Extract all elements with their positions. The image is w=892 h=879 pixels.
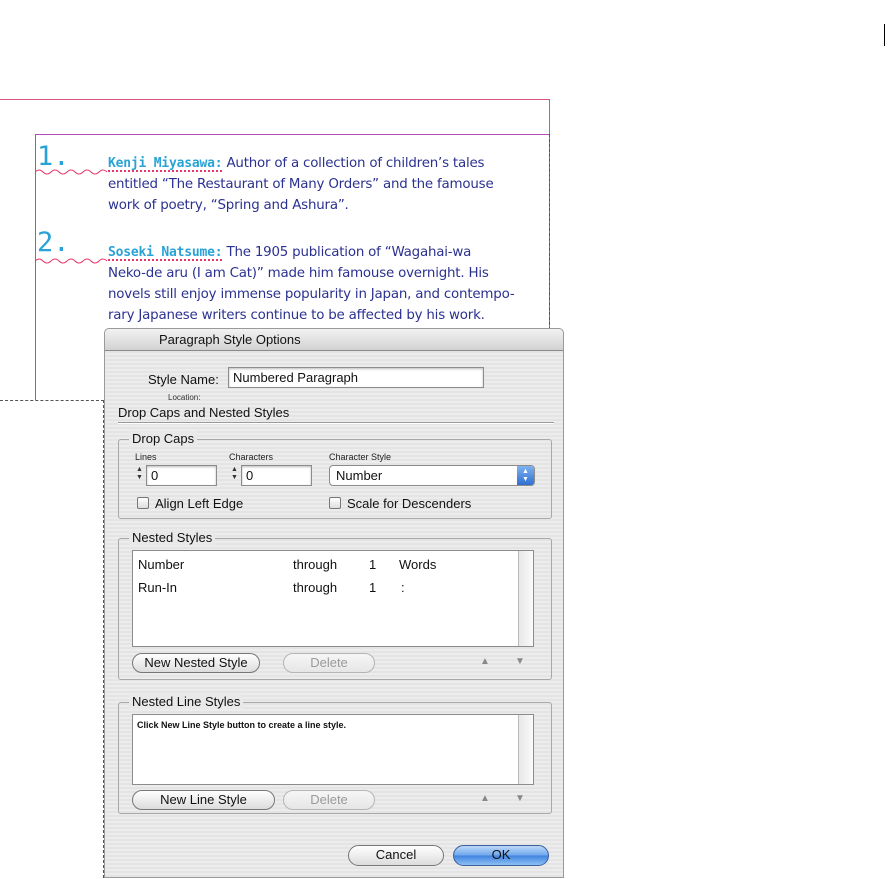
nested-style-mode[interactable]: through xyxy=(293,580,337,595)
text-line: Author of a collection of children’s tal… xyxy=(222,156,485,171)
paragraph-style-options-dialog: Paragraph Style Options Style Name: Numb… xyxy=(104,328,564,878)
select-arrows-icon: ▲ ▼ xyxy=(517,466,534,485)
style-name-field[interactable]: Numbered Paragraph xyxy=(228,367,484,388)
move-up-icon[interactable]: ▲ xyxy=(480,793,490,804)
align-left-edge-label[interactable]: Align Left Edge xyxy=(155,496,243,511)
text-line: entitled “The Restaurant of Many Orders”… xyxy=(108,177,494,192)
move-down-icon[interactable]: ▼ xyxy=(515,793,525,804)
nested-style-count[interactable]: 1 xyxy=(369,557,376,572)
text-line: Neko-de aru (I am Cat)” made him famouse… xyxy=(108,266,489,281)
lines-label: Lines xyxy=(135,452,157,462)
align-left-edge-checkbox[interactable] xyxy=(137,497,149,509)
delete-line-style-button[interactable]: Delete xyxy=(283,790,375,810)
characters-field[interactable]: 0 xyxy=(241,465,312,486)
list-number-2: 2. xyxy=(37,227,70,258)
nested-style-unit[interactable]: : xyxy=(401,580,405,595)
list-item-1-text: Kenji Miyasawa: Author of a collection o… xyxy=(108,153,528,216)
move-down-icon[interactable]: ▼ xyxy=(515,656,525,667)
nested-line-styles-list[interactable]: Click New Line Style button to create a … xyxy=(132,714,534,785)
characters-label: Characters xyxy=(229,452,274,462)
runin-heading-1: Kenji Miyasawa: xyxy=(108,156,223,171)
list-item-2-text: Soseki Natsume: The 1905 publication of … xyxy=(108,242,528,326)
section-divider xyxy=(118,422,554,424)
text-line: novels still enjoy immense popularity in… xyxy=(108,287,515,302)
line-style-hint: Click New Line Style button to create a … xyxy=(137,720,347,730)
lines-stepper[interactable]: ▲ ▼ xyxy=(134,466,145,486)
nested-style-name[interactable]: Number xyxy=(138,557,184,572)
nested-style-unit[interactable]: Words xyxy=(399,557,436,572)
characters-stepper[interactable]: ▲ ▼ xyxy=(229,466,240,486)
drop-caps-title: Drop Caps xyxy=(129,431,198,446)
lines-field[interactable]: 0 xyxy=(146,465,217,486)
spelling-squiggle xyxy=(35,169,107,175)
text-line: rary Japanese writers continue to be aff… xyxy=(108,308,485,323)
section-title: Drop Caps and Nested Styles xyxy=(118,405,290,420)
nested-styles-title: Nested Styles xyxy=(129,530,216,545)
nested-line-styles-title: Nested Line Styles xyxy=(129,694,244,709)
character-style-label: Character Style xyxy=(329,452,392,462)
location-label: Location: xyxy=(168,393,201,402)
nested-line-styles-scrollbar[interactable] xyxy=(518,715,533,784)
new-line-style-button[interactable]: New Line Style xyxy=(132,790,275,810)
scale-for-descenders-checkbox[interactable] xyxy=(329,497,341,509)
text-frame-bottom-edge xyxy=(0,400,104,401)
style-name-label: Style Name: xyxy=(148,372,219,387)
dialog-title: Paragraph Style Options xyxy=(159,332,301,347)
scale-for-descenders-label[interactable]: Scale for Descenders xyxy=(347,496,471,511)
nested-style-name[interactable]: Run-In xyxy=(138,580,177,595)
text-frame-edge xyxy=(549,134,550,330)
nested-styles-list[interactable]: Number through 1 Words Run-In through 1 … xyxy=(132,550,534,647)
page-corner-mark xyxy=(884,24,885,46)
move-up-icon[interactable]: ▲ xyxy=(480,656,490,667)
character-style-select[interactable]: Number ▲ ▼ xyxy=(329,465,535,486)
ok-button[interactable]: OK xyxy=(453,845,549,866)
text-line: work of poetry, “Spring and Ashura”. xyxy=(108,198,349,213)
runin-heading-2: Soseki Natsume: xyxy=(108,245,223,260)
cancel-button[interactable]: Cancel xyxy=(348,845,444,866)
spelling-squiggle xyxy=(35,258,107,264)
nested-styles-scrollbar[interactable] xyxy=(518,551,533,646)
dialog-title-bar[interactable]: Paragraph Style Options xyxy=(105,329,563,351)
character-style-value: Number xyxy=(336,468,383,483)
nested-style-mode[interactable]: through xyxy=(293,557,337,572)
new-nested-style-button[interactable]: New Nested Style xyxy=(132,653,260,673)
delete-nested-style-button[interactable]: Delete xyxy=(283,653,375,673)
text-line: The 1905 publication of “Wagahai-wa xyxy=(222,245,472,260)
nested-style-count[interactable]: 1 xyxy=(369,580,376,595)
